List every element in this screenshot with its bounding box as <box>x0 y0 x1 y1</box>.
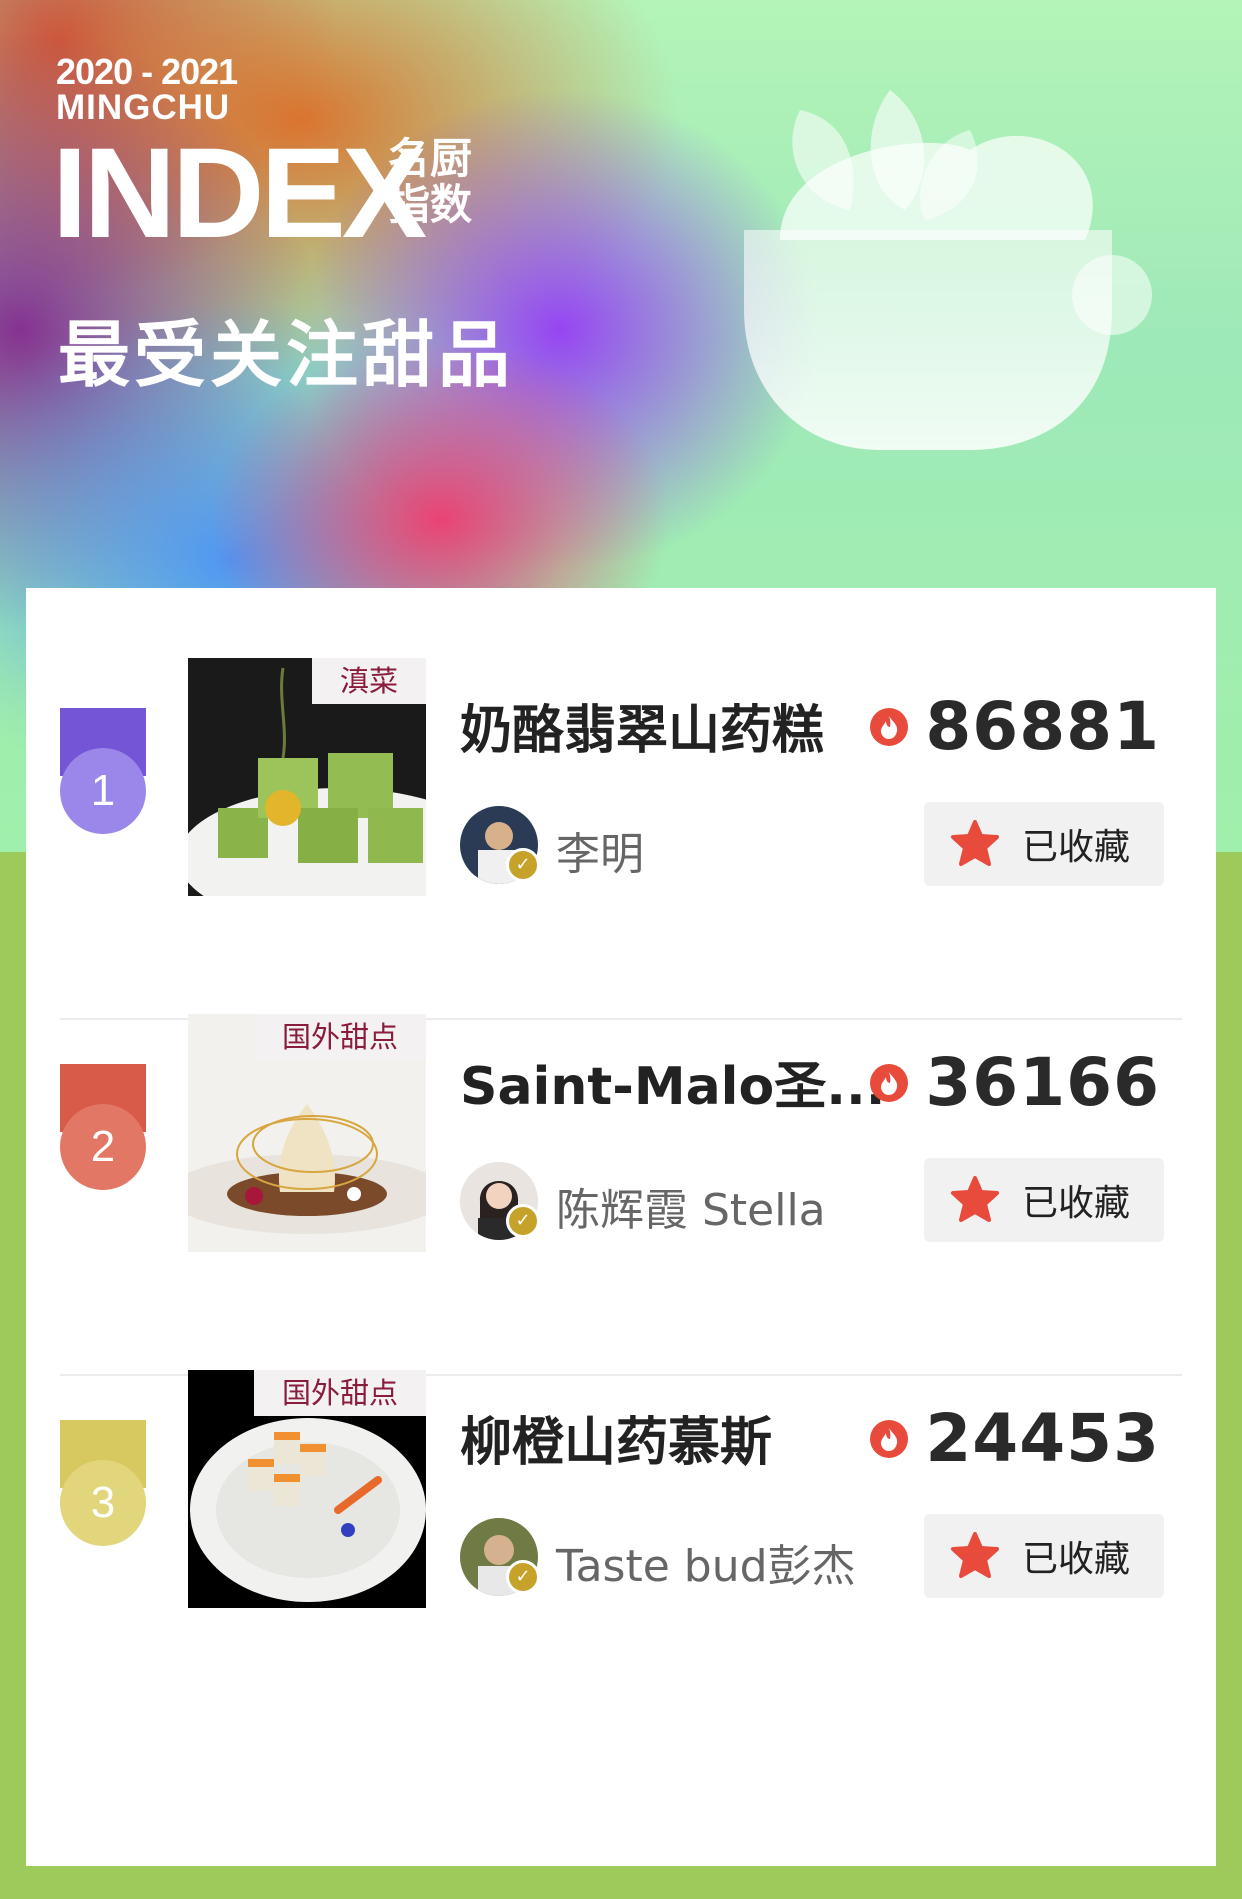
category-tag: 滇菜 <box>311 658 426 704</box>
hot-count: 86881 <box>925 688 1160 765</box>
dessert-bowl-icon <box>744 90 1152 450</box>
dish-image[interactable]: 国外甜点 <box>188 1370 426 1608</box>
dish-name[interactable]: 柳橙山药慕斯 <box>460 1400 890 1475</box>
rank-number: 2 <box>60 1104 146 1190</box>
favorite-label: 已收藏 <box>1022 827 1131 868</box>
chef-name[interactable]: 李明 <box>556 818 644 882</box>
category-tag: 国外甜点 <box>253 1014 426 1060</box>
hot-count: 36166 <box>925 1044 1160 1121</box>
rank-number: 1 <box>60 748 146 834</box>
ranking-item-1[interactable]: 1 滇菜 奶酪翡翠山药糕 ✓ 李明 86881 已收藏 <box>26 658 1216 1020</box>
verified-icon: ✓ <box>506 848 540 882</box>
favorite-label: 已收藏 <box>1022 1183 1131 1224</box>
logo-cn-line1: 名厨 <box>388 135 473 182</box>
hot-count: 24453 <box>925 1400 1160 1477</box>
fire-icon <box>870 707 909 746</box>
mingchu-index-logo: 2020 - 2021 MINGCHU INDEX 名厨 指数 <box>52 51 472 258</box>
fire-icon <box>870 1063 909 1102</box>
dish-name[interactable]: Saint-Malo圣... <box>460 1044 890 1119</box>
favorite-button[interactable]: 已收藏 <box>924 1514 1164 1598</box>
favorite-button[interactable]: 已收藏 <box>924 802 1164 886</box>
logo-cn: 名厨 指数 <box>388 136 488 228</box>
rank-number: 3 <box>60 1460 146 1546</box>
ranking-item-3[interactable]: 3 国外甜点 柳橙山药慕斯 ✓ Taste bud彭杰 24453 已收藏 <box>26 1370 1216 1670</box>
chef-name[interactable]: Taste bud彭杰 <box>556 1530 856 1594</box>
chef-name[interactable]: 陈辉霞 Stella <box>556 1174 826 1238</box>
verified-icon: ✓ <box>506 1560 540 1594</box>
rank-badge: 3 <box>60 1420 146 1550</box>
ranking-item-2[interactable]: 2 国外甜点 Saint-Malo圣... ✓ 陈辉霞 Stella 36166… <box>26 1014 1216 1376</box>
verified-icon: ✓ <box>506 1204 540 1238</box>
logo-cn-line2: 指数 <box>388 181 473 228</box>
rank-badge: 1 <box>60 708 146 838</box>
hot-index: 24453 <box>869 1400 1160 1477</box>
hot-index: 36166 <box>869 1044 1160 1121</box>
ranking-card: 1 滇菜 奶酪翡翠山药糕 ✓ 李明 86881 已收藏 2 国外甜点 Saint… <box>26 588 1216 1866</box>
category-tag: 国外甜点 <box>253 1370 426 1416</box>
favorite-button[interactable]: 已收藏 <box>924 1158 1164 1242</box>
rank-badge: 2 <box>60 1064 146 1194</box>
fire-icon <box>870 1419 909 1458</box>
favorite-label: 已收藏 <box>1022 1539 1131 1580</box>
logo-years: 2020 - 2021 <box>56 51 238 92</box>
star-icon <box>951 1176 999 1222</box>
dish-image[interactable]: 国外甜点 <box>188 1014 426 1252</box>
dish-name[interactable]: 奶酪翡翠山药糕 <box>460 688 890 763</box>
hot-index: 86881 <box>869 688 1160 765</box>
dish-image[interactable]: 滇菜 <box>188 658 426 896</box>
page-title: 最受关注甜品 <box>58 313 515 397</box>
logo-index-word: INDEX <box>52 122 427 265</box>
star-icon <box>951 1532 999 1578</box>
logo-brand: MINGCHU <box>56 88 231 127</box>
star-icon <box>951 820 999 866</box>
